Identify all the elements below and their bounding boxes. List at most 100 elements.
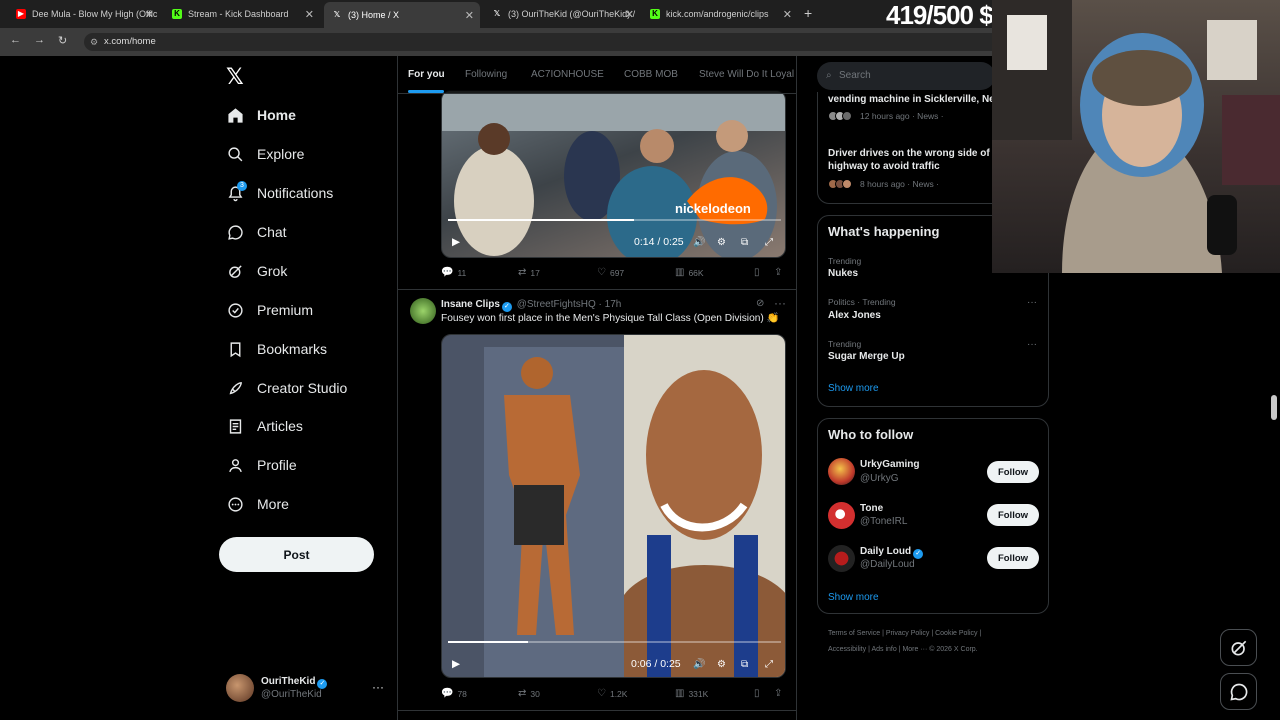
post-button[interactable]: Post (219, 537, 374, 572)
avatar[interactable] (410, 298, 436, 324)
play-icon[interactable]: ▶ (452, 236, 460, 248)
post-handle[interactable]: @StreetFightsHQ (517, 299, 596, 310)
sidebar-item-profile[interactable]: Profile (226, 456, 297, 474)
trend-name[interactable]: Nukes (828, 268, 858, 279)
sidebar-item-more[interactable]: More (226, 495, 289, 513)
messages-fab-button[interactable] (1220, 673, 1257, 710)
suggested-account-name[interactable]: UrkyGaming (860, 459, 919, 470)
tab-following[interactable]: Following (465, 69, 507, 80)
post-age[interactable]: 17h (605, 299, 622, 310)
browser-tab-kick-clips[interactable]: K kick.com/androgenic/clips ✕ (642, 4, 798, 24)
share-button[interactable]: ⇪ (774, 688, 786, 699)
follow-button[interactable]: Follow (987, 547, 1039, 569)
new-tab-icon[interactable]: + (804, 5, 812, 21)
avatar[interactable] (828, 458, 855, 485)
post-video[interactable]: nickelodeon ▶ 0:14 / 0:25 🔊 ⚙ ⧉ ⤢ (441, 90, 786, 258)
suggested-account-name[interactable]: Daily Loud ✓ (860, 546, 925, 559)
settings-icon[interactable]: ⚙ (717, 659, 726, 670)
search-input[interactable]: ⌕ Search (817, 62, 995, 90)
volume-icon[interactable]: 🔊 (693, 659, 705, 670)
trend-name[interactable]: Alex Jones (828, 310, 881, 321)
news-item-title[interactable]: Driver drives on the wrong side of t hig… (828, 147, 998, 173)
close-tab-icon[interactable]: ✕ (465, 9, 474, 22)
follow-button[interactable]: Follow (987, 461, 1039, 483)
account-more-icon[interactable]: ··· (372, 680, 384, 694)
verified-icon: ✓ (501, 302, 512, 312)
reply-icon: 💬 (441, 688, 454, 699)
close-tab-icon[interactable]: ✕ (305, 8, 314, 21)
post-video[interactable]: ▶ 0:06 / 0:25 🔊 ⚙ ⧉ ⤢ (441, 334, 786, 678)
forward-icon[interactable]: → (34, 34, 45, 46)
close-tab-icon[interactable]: ✕ (783, 8, 792, 21)
trends-show-more-link[interactable]: Show more (828, 383, 879, 394)
reply-button[interactable]: 💬 11 (441, 267, 466, 278)
news-item-title[interactable]: vending machine in Sicklerville, Ne (828, 93, 998, 106)
close-tab-icon[interactable]: ✕ (625, 8, 634, 21)
views-button[interactable]: ▥ 331K (675, 688, 708, 699)
avatar[interactable] (828, 502, 855, 529)
account-switcher[interactable]: OuriTheKid ✓ @OuriTheKid (226, 674, 329, 702)
bookmark-button[interactable]: ▯ (754, 267, 764, 278)
back-icon[interactable]: ← (10, 34, 21, 46)
browser-tab-x-profile[interactable]: 𝕏 (3) OuriTheKid (@OuriTheKid) / ✕ (484, 4, 640, 24)
page-scrollbar[interactable] (1271, 395, 1277, 420)
fullscreen-icon[interactable]: ⤢ (765, 237, 773, 248)
pip-icon[interactable]: ⧉ (741, 237, 748, 248)
trend-more-icon[interactable]: ··· (1027, 297, 1037, 308)
x-logo-icon[interactable]: 𝕏 (226, 64, 244, 90)
sidebar-item-articles[interactable]: Articles (226, 417, 303, 435)
sidebar-item-notifications[interactable]: 3 Notifications (226, 181, 333, 202)
follow-show-more-link[interactable]: Show more (828, 592, 879, 603)
sidebar-item-grok[interactable]: Grok (226, 262, 287, 280)
pip-icon[interactable]: ⧉ (741, 659, 748, 670)
fullscreen-icon[interactable]: ⤢ (765, 659, 773, 670)
bookmark-button[interactable]: ▯ (754, 688, 764, 699)
share-icon: ⇪ (774, 267, 783, 278)
footer-links[interactable]: Terms of Service | Privacy Policy | Cook… (828, 630, 981, 637)
sidebar-item-explore[interactable]: Explore (226, 145, 304, 163)
url-field[interactable]: ⚙ x.com/home (84, 33, 1004, 51)
reload-icon[interactable]: ↻ (58, 34, 67, 47)
grok-post-icon[interactable]: ⊘ (756, 298, 764, 309)
repost-button[interactable]: ⇄ 30 (518, 688, 540, 699)
browser-tab-youtube[interactable]: ▶ Dee Mula - Blow My High (Offic ✕ (8, 4, 160, 24)
trend-name[interactable]: Sugar Merge Up (828, 351, 905, 362)
post-divider (398, 289, 796, 290)
tab-for-you[interactable]: For you (408, 69, 445, 80)
like-button[interactable]: ♡ 1.2K (597, 688, 627, 699)
sidebar-item-creator-studio[interactable]: Creator Studio (226, 379, 347, 397)
tab-ac7ionhouse[interactable]: AC7IONHOUSE (531, 69, 604, 80)
settings-icon[interactable]: ⚙ (717, 237, 726, 248)
avatar[interactable] (828, 545, 855, 572)
browser-tab-kick-dashboard[interactable]: K Stream - Kick Dashboard ✕ (164, 4, 320, 24)
sidebar-item-bookmarks[interactable]: Bookmarks (226, 340, 327, 358)
trend-more-icon[interactable]: ··· (1027, 339, 1037, 350)
streamer-webcam (992, 0, 1280, 273)
search-icon: ⌕ (826, 70, 832, 81)
post-more-icon[interactable]: ··· (774, 296, 786, 310)
footer-links[interactable]: Accessibility | Ads info | More ··· © 20… (828, 646, 978, 653)
views-icon: ▥ (675, 688, 685, 699)
sidebar-item-home[interactable]: Home (226, 106, 296, 124)
grok-fab-button[interactable] (1220, 629, 1257, 666)
follow-button[interactable]: Follow (987, 504, 1039, 526)
repost-button[interactable]: ⇄ 17 (518, 267, 540, 278)
suggested-account-name[interactable]: Tone (860, 503, 883, 514)
views-button[interactable]: ▥ 66K (675, 267, 704, 278)
bookmark-icon (226, 340, 244, 358)
share-button[interactable]: ⇪ (774, 267, 786, 278)
volume-icon[interactable]: 🔊 (693, 237, 705, 248)
video-scrubber[interactable] (448, 641, 781, 643)
video-scrubber[interactable] (448, 219, 781, 221)
like-button[interactable]: ♡ 697 (597, 267, 624, 278)
sidebar-item-chat[interactable]: Chat (226, 223, 287, 241)
close-tab-icon[interactable]: ✕ (145, 8, 154, 21)
tab-cobb-mob[interactable]: COBB MOB (624, 69, 678, 80)
post-author[interactable]: Insane Clips (441, 299, 500, 310)
site-settings-icon[interactable]: ⚙ (90, 33, 98, 51)
reply-button[interactable]: 💬 78 (441, 688, 467, 699)
sidebar-item-premium[interactable]: Premium (226, 301, 313, 319)
play-icon[interactable]: ▶ (452, 658, 460, 670)
tab-steve-will-do-it-loyal[interactable]: Steve Will Do It Loyal (699, 69, 794, 80)
browser-tab-x-home[interactable]: 𝕏 (3) Home / X ✕ (324, 2, 480, 28)
